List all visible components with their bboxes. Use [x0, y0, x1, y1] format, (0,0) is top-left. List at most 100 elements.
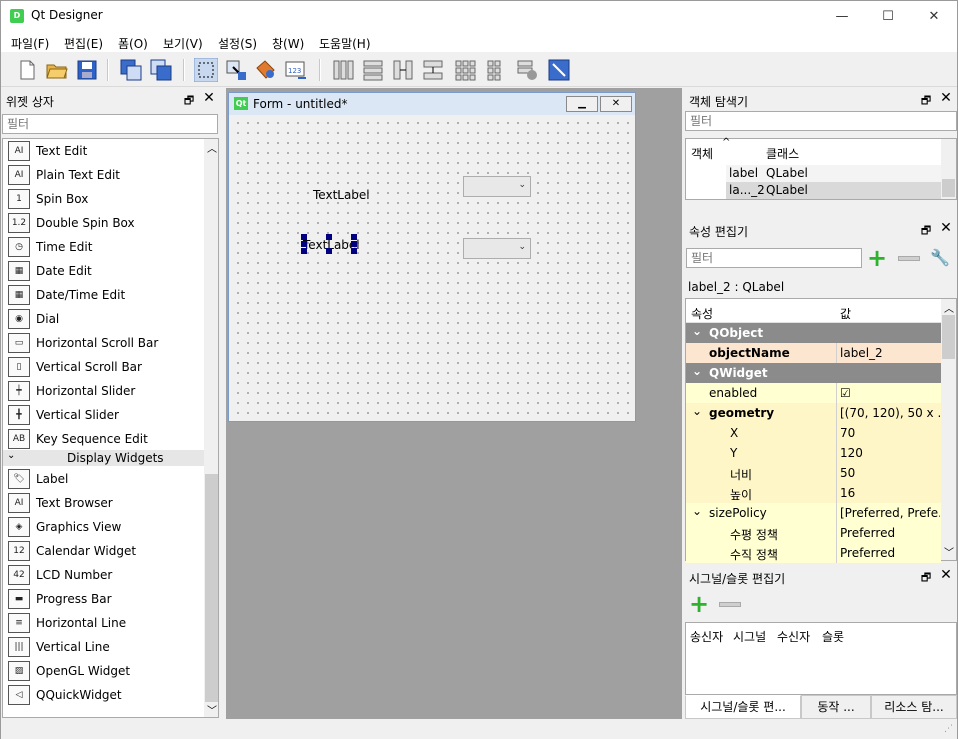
form-minimize-button[interactable]: ▁ [566, 96, 598, 112]
form-close-button[interactable]: ✕ [600, 96, 632, 112]
widget-item[interactable]: AI Text Edit [3, 139, 203, 163]
widget-item[interactable]: 42 LCD Number [3, 563, 203, 587]
menu-settings[interactable]: 설정(S) [218, 35, 257, 52]
property-value[interactable]: Preferred [840, 526, 940, 540]
combo-box-2[interactable]: ⌄ [463, 238, 531, 259]
tab-signal-slot[interactable]: 시그널/슬롯 편... [685, 695, 801, 719]
scroll-up-icon[interactable]: ︿ [207, 140, 217, 155]
close-icon[interactable]: ✕ [939, 567, 953, 583]
widget-item[interactable]: 1 Spin Box [3, 187, 203, 211]
scrollbar-thumb[interactable] [942, 315, 955, 359]
close-icon[interactable]: ✕ [939, 90, 953, 106]
property-row[interactable]: ⌄ QObject [686, 323, 941, 343]
category-display-widgets[interactable]: ⌄ Display Widgets [3, 450, 204, 466]
widget-item[interactable]: ◁ QQuickWidget [3, 683, 203, 707]
widget-item[interactable]: AB Key Sequence Edit [3, 427, 203, 451]
property-scrollbar[interactable]: ︿ ﹀ [941, 299, 956, 560]
property-value[interactable]: 70 [840, 426, 940, 440]
add-property-icon[interactable]: + [867, 246, 887, 270]
property-row[interactable]: ⌄ geometry [(70, 120), 50 x ... [686, 403, 941, 423]
send-to-back-icon[interactable] [119, 58, 143, 82]
widget-item[interactable]: ┿ Horizontal Slider [3, 379, 203, 403]
selection-handle[interactable] [351, 234, 357, 240]
property-value[interactable]: Preferred [840, 546, 940, 560]
chevron-down-icon[interactable]: ⌄ [692, 324, 702, 338]
property-row[interactable]: ⌄ sizePolicy [Preferred, Prefe... [686, 503, 941, 523]
widget-item[interactable]: ◉ Dial [3, 307, 203, 331]
layout-h-splitter-icon[interactable] [391, 58, 415, 82]
col-property-header[interactable]: 속성 [691, 305, 713, 322]
break-layout-icon[interactable] [515, 58, 539, 82]
form-window[interactable]: Qt Form - untitled* ▁ ✕ TextLabel ⌄ Text… [228, 92, 636, 422]
selection-handle[interactable] [351, 241, 357, 247]
layout-form-icon[interactable] [483, 58, 507, 82]
property-value[interactable]: 16 [840, 486, 940, 500]
configure-icon[interactable]: 🔧 [930, 248, 950, 267]
selection-handle[interactable] [326, 248, 332, 254]
tree-row[interactable]: label QLabel [726, 165, 941, 182]
property-row[interactable]: 높이 16 [686, 483, 941, 503]
widget-list-scrollbar[interactable]: ︿ ﹀ [204, 139, 218, 717]
float-icon[interactable]: 🗗 [183, 92, 195, 107]
layout-horizontal-icon[interactable] [331, 58, 355, 82]
open-folder-icon[interactable] [45, 58, 69, 82]
widget-item[interactable]: 12 Calendar Widget [3, 539, 203, 563]
property-row[interactable]: objectName label_2 [686, 343, 941, 363]
chevron-down-icon[interactable]: ⌄ [692, 404, 702, 418]
edit-buddies-icon[interactable] [254, 58, 278, 82]
add-connection-icon[interactable]: + [689, 592, 709, 616]
tab-resource[interactable]: 리소스 탐... [871, 695, 957, 719]
tree-row-selected[interactable]: la..._2 QLabel [726, 182, 941, 199]
widget-item[interactable]: ▭ Horizontal Scroll Bar [3, 331, 203, 355]
col-value-header[interactable]: 값 [840, 305, 851, 322]
property-row[interactable]: 수평 정책 Preferred [686, 523, 941, 543]
new-file-icon[interactable] [15, 58, 39, 82]
layout-v-splitter-icon[interactable] [421, 58, 445, 82]
selection-handle[interactable] [301, 241, 307, 247]
property-value[interactable]: 120 [840, 446, 940, 460]
property-row[interactable]: ⌄ QWidget [686, 363, 941, 383]
menu-help[interactable]: 도움말(H) [319, 35, 371, 52]
scroll-up-icon[interactable]: ︿ [944, 300, 954, 315]
object-filter-input[interactable] [685, 111, 957, 131]
selection-handle[interactable] [351, 248, 357, 254]
bring-to-front-icon[interactable] [149, 58, 173, 82]
menu-form[interactable]: 폼(O) [118, 35, 148, 52]
chevron-down-icon[interactable]: ⌄ [692, 364, 702, 378]
col-object-header[interactable]: 객체 [691, 145, 713, 162]
menu-edit[interactable]: 편집(E) [64, 35, 103, 52]
float-icon[interactable]: 🗗 [920, 92, 932, 107]
widget-item[interactable]: ╋ Vertical Slider [3, 403, 203, 427]
adjust-size-icon[interactable] [547, 58, 571, 82]
selection-handle[interactable] [301, 234, 307, 240]
remove-connection-icon[interactable] [719, 602, 741, 607]
layout-vertical-icon[interactable] [361, 58, 385, 82]
selection-handle[interactable] [301, 248, 307, 254]
widget-item[interactable]: AI Text Browser [3, 491, 203, 515]
scroll-down-icon[interactable]: ﹀ [207, 702, 217, 717]
widget-item[interactable]: 🏷 Label [3, 467, 203, 491]
widget-item[interactable]: ▬ Progress Bar [3, 587, 203, 611]
menu-view[interactable]: 보기(V) [163, 35, 203, 52]
scroll-down-icon[interactable]: ﹀ [944, 544, 954, 559]
save-icon[interactable] [75, 58, 99, 82]
close-icon[interactable]: ✕ [939, 220, 953, 236]
resize-grip-icon[interactable]: ⋰ [944, 724, 953, 734]
col-class-header[interactable]: 클래스 [766, 145, 799, 162]
close-icon[interactable]: ✕ [202, 90, 216, 106]
text-label-1[interactable]: TextLabel [313, 188, 370, 202]
form-canvas[interactable]: TextLabel ⌄ TextLabel ⌄ [233, 118, 631, 415]
selection-handle[interactable] [326, 234, 332, 240]
tab-action[interactable]: 동작 ... [801, 695, 871, 719]
widget-item[interactable]: ≡ Horizontal Line [3, 611, 203, 635]
menu-window[interactable]: 창(W) [272, 35, 304, 52]
property-value[interactable]: [(70, 120), 50 x ... [840, 406, 940, 420]
float-icon[interactable]: 🗗 [920, 222, 932, 237]
checkbox-icon[interactable]: ☑ [840, 386, 940, 400]
widget-item[interactable]: ▯ Vertical Scroll Bar [3, 355, 203, 379]
property-row[interactable]: enabled ☑ [686, 383, 941, 403]
property-row[interactable]: 너비 50 [686, 463, 941, 483]
minimize-button[interactable]: — [819, 1, 865, 32]
property-row[interactable]: 수직 정책 Preferred [686, 543, 941, 563]
layout-grid-icon[interactable] [453, 58, 477, 82]
